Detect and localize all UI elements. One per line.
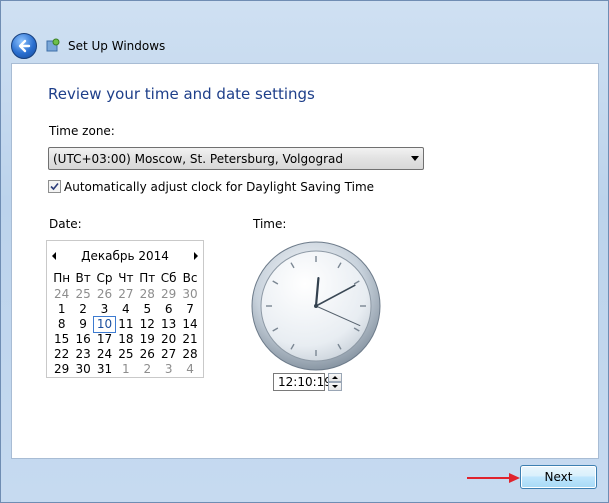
weekday-label: Вт (75, 271, 91, 285)
weekday-header: Пн Вт Ср Чт Пт Сб Вс (51, 271, 201, 286)
timezone-label: Time zone: (49, 124, 115, 138)
calendar-day[interactable]: 26 (94, 287, 115, 302)
calendar-day[interactable]: 18 (115, 332, 136, 347)
calendar-day[interactable]: 3 (158, 362, 179, 377)
window-title: Set Up Windows (68, 39, 166, 53)
calendar-day[interactable]: 9 (72, 317, 93, 332)
calendar-day[interactable]: 31 (94, 362, 115, 377)
calendar-day[interactable]: 2 (72, 302, 93, 317)
title-bar: Set Up Windows (1, 1, 608, 61)
weekday-label: Пн (53, 271, 71, 285)
calendar-day[interactable]: 2 (137, 362, 158, 377)
calendar-day[interactable]: 20 (158, 332, 179, 347)
calendar-day[interactable]: 16 (72, 332, 93, 347)
calendar-month[interactable]: Декабрь 2014 (47, 249, 203, 263)
date-label: Date: (49, 217, 82, 231)
calendar-week-row: 29 30 31 1 2 3 4 (51, 362, 201, 377)
content-panel: Review your time and date settings Time … (11, 63, 599, 459)
setup-window: Set Up Windows Review your time and date… (0, 0, 609, 503)
calendar-day[interactable]: 21 (179, 332, 200, 347)
time-input[interactable]: 12:10:19 (273, 373, 332, 391)
calendar-day[interactable]: 1 (51, 302, 72, 317)
calendar-day[interactable]: 28 (137, 287, 158, 302)
timezone-value: (UTC+03:00) Moscow, St. Petersburg, Volg… (53, 152, 343, 166)
calendar-day[interactable]: 4 (179, 362, 200, 377)
calendar-day[interactable]: 15 (51, 332, 72, 347)
time-label: Time: (253, 217, 287, 231)
calendar-week-row: 8 9 10 11 12 13 14 (51, 316, 201, 333)
calendar-day[interactable]: 24 (94, 347, 115, 362)
calendar-day[interactable]: 29 (158, 287, 179, 302)
dst-checkbox[interactable] (48, 180, 61, 193)
calendar-day[interactable]: 4 (115, 302, 136, 317)
dropdown-arrow-icon (411, 156, 419, 161)
checkmark-icon (50, 182, 59, 191)
footer: Next (1, 459, 608, 502)
calendar-day[interactable]: 24 (51, 287, 72, 302)
time-value: 12:10:19 (278, 375, 332, 389)
calendar-day[interactable]: 28 (179, 347, 200, 362)
weekday-label: Чт (118, 271, 134, 285)
analog-clock (251, 241, 381, 371)
back-arrow-icon (18, 39, 31, 53)
calendar-day[interactable]: 6 (158, 302, 179, 317)
calendar: Декабрь 2014 Пн Вт Ср Чт Пт Сб Вс 24 25 26 27 28 29… (46, 240, 204, 378)
calendar-day[interactable]: 22 (51, 347, 72, 362)
calendar-day[interactable]: 26 (137, 347, 158, 362)
setup-icon (46, 38, 60, 52)
calendar-day[interactable]: 25 (72, 287, 93, 302)
red-arrow-icon (467, 473, 520, 483)
calendar-day[interactable]: 10 (92, 316, 117, 333)
time-up-button[interactable] (328, 373, 342, 382)
weekday-label: Сб (160, 271, 177, 285)
timezone-select[interactable]: (UTC+03:00) Moscow, St. Petersburg, Volg… (48, 147, 424, 170)
calendar-day[interactable]: 29 (51, 362, 72, 377)
calendar-day[interactable]: 12 (137, 317, 158, 332)
calendar-day[interactable]: 19 (137, 332, 158, 347)
weekday-label: Ср (96, 271, 113, 285)
page-heading: Review your time and date settings (48, 85, 315, 103)
calendar-day[interactable]: 14 (179, 317, 200, 332)
calendar-day[interactable]: 13 (158, 317, 179, 332)
weekday-label: Вс (182, 271, 198, 285)
calendar-day[interactable]: 3 (94, 302, 115, 317)
calendar-day[interactable]: 1 (115, 362, 136, 377)
calendar-day[interactable]: 27 (115, 287, 136, 302)
calendar-week-row: 22 23 24 25 26 27 28 (51, 347, 201, 362)
calendar-day[interactable]: 8 (51, 317, 72, 332)
calendar-day[interactable]: 11 (115, 317, 136, 332)
calendar-week-row: 24 25 26 27 28 29 30 (51, 287, 201, 302)
calendar-day[interactable]: 7 (179, 302, 200, 317)
next-month-icon[interactable] (194, 252, 198, 260)
dst-label[interactable]: Automatically adjust clock for Daylight … (64, 180, 374, 194)
calendar-day[interactable]: 5 (137, 302, 158, 317)
calendar-day[interactable]: 25 (115, 347, 136, 362)
calendar-week-row: 15 16 17 18 19 20 21 (51, 332, 201, 347)
calendar-week-row: 1234567 (51, 302, 201, 317)
time-down-button[interactable] (328, 382, 342, 391)
back-button[interactable] (11, 33, 37, 59)
weekday-label: Пт (139, 271, 156, 285)
calendar-day[interactable]: 30 (72, 362, 93, 377)
calendar-day[interactable]: 23 (72, 347, 93, 362)
next-button[interactable]: Next (520, 465, 597, 489)
calendar-day[interactable]: 27 (158, 347, 179, 362)
calendar-day[interactable]: 17 (94, 332, 115, 347)
time-spinner (328, 373, 342, 391)
calendar-day[interactable]: 30 (179, 287, 200, 302)
